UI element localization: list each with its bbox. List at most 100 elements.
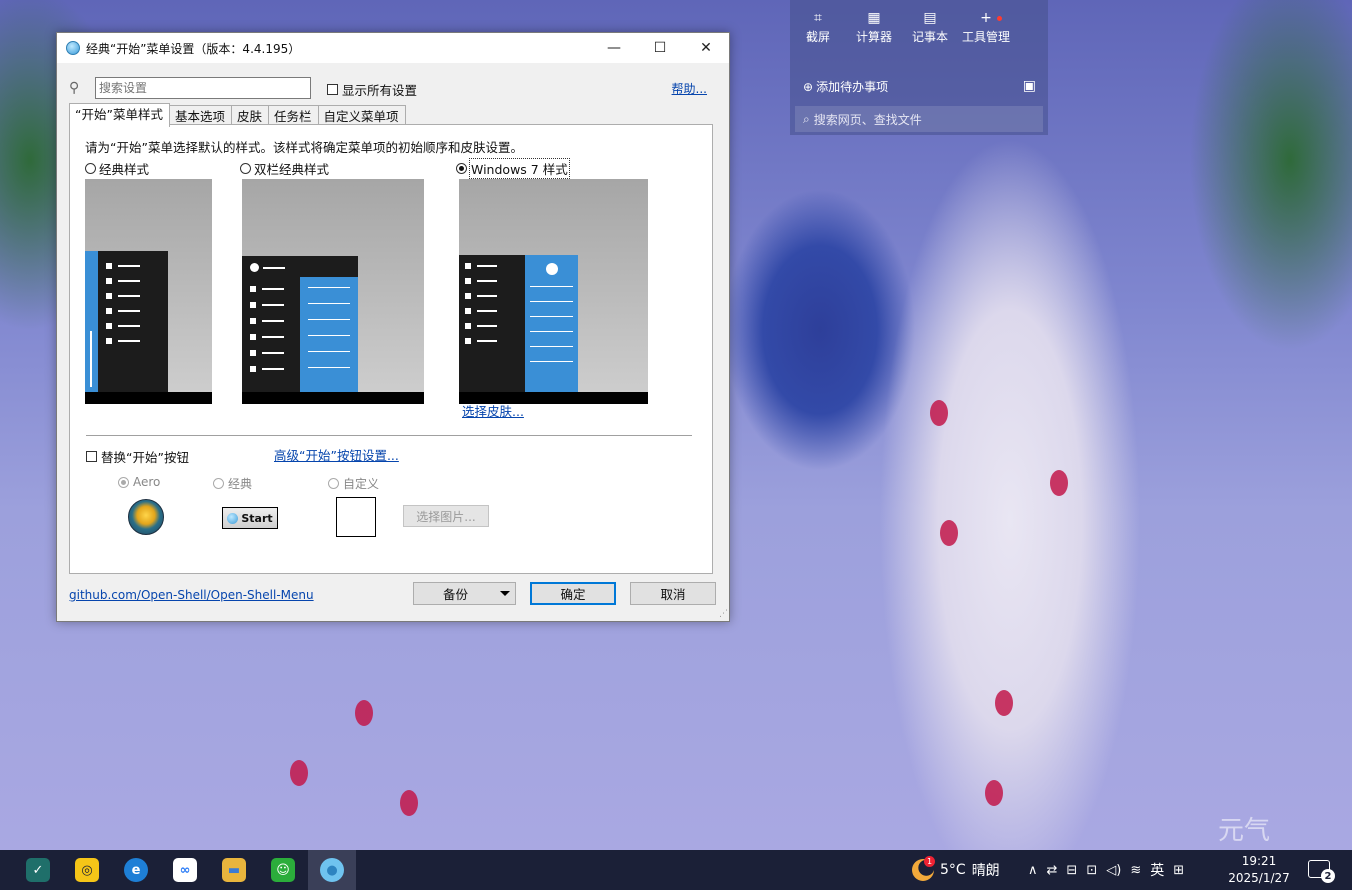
advanced-start-button-link[interactable]: 高级“开始”按钮设置... xyxy=(274,445,399,464)
search-settings-input[interactable] xyxy=(95,77,311,99)
crop-icon: ⌗ xyxy=(814,10,822,26)
weather-badge: 1 xyxy=(924,856,935,867)
style-description: 请为“开始”菜单选择默认的样式。该样式将确定菜单项的初始顺序和皮肤设置。 xyxy=(85,140,523,155)
title-bar[interactable]: 经典“开始”菜单设置（版本：4.4.195） — ☐ ✕ xyxy=(57,33,729,63)
taskbar-app-1[interactable]: ✓ xyxy=(14,850,62,890)
classic-style-radio[interactable]: 经典样式 xyxy=(85,159,149,178)
app-2-icon: ◎ xyxy=(75,858,99,882)
notification-count: 2 xyxy=(1321,869,1335,883)
menu-style-panel: 请为“开始”菜单选择默认的样式。该样式将确定菜单项的初始顺序和皮肤设置。 经典样… xyxy=(69,124,713,574)
classic-label: 经典 xyxy=(228,477,253,491)
clock-time: 19:21 xyxy=(1241,854,1277,868)
backup-label: 备份 xyxy=(442,587,468,602)
wallpaper-watermark: 元气 xyxy=(1218,816,1271,846)
windows7-style-radio[interactable]: Windows 7 样式 xyxy=(456,158,570,179)
weather-widget[interactable]: 1 5°C 晴朗 xyxy=(912,850,1000,890)
radio-circle[interactable] xyxy=(240,163,251,174)
wifi-icon[interactable]: ≋ xyxy=(1130,863,1141,878)
classic-style-preview[interactable] xyxy=(85,179,212,404)
show-all-settings-checkbox[interactable]: 显示所有设置 xyxy=(327,80,417,99)
clock-date: 2025/1/27 xyxy=(1228,871,1290,885)
radio-circle[interactable] xyxy=(85,163,96,174)
aero-label: Aero xyxy=(133,475,161,489)
tool-manager[interactable]: + 工具管理 xyxy=(958,8,1014,45)
ok-button[interactable]: 确定 xyxy=(530,582,616,605)
taskbar-app-2[interactable]: ◎ xyxy=(63,850,111,890)
volume-icon[interactable]: ◁) xyxy=(1106,863,1121,878)
plus-icon: + xyxy=(980,10,992,26)
taskbar-baidu-netdisk[interactable]: ∞ xyxy=(161,850,209,890)
web-search-box[interactable]: ⌕ 搜索网页、查找文件 xyxy=(795,106,1043,132)
tool-label: 记事本 xyxy=(911,30,948,44)
sync-icon[interactable]: ⇄ xyxy=(1047,863,1058,878)
qr-code-icon[interactable]: ▣ xyxy=(1023,78,1036,94)
replace-start-button-label: 替换“开始”按钮 xyxy=(101,450,189,465)
tool-label: 工具管理 xyxy=(961,30,1010,44)
radio-circle[interactable] xyxy=(213,478,224,489)
backup-dropdown-button[interactable]: 备份 xyxy=(413,582,516,605)
two-column-style-radio[interactable]: 双栏经典样式 xyxy=(240,159,329,178)
resize-grip-icon[interactable]: ⋰ xyxy=(719,609,728,619)
taskbar-edge[interactable]: e xyxy=(112,850,160,890)
taskbar-open-shell[interactable]: ● xyxy=(308,850,356,890)
select-skin-link[interactable]: 选择皮肤... xyxy=(462,401,524,420)
two-column-style-label: 双栏经典样式 xyxy=(254,162,330,177)
minimize-button[interactable]: — xyxy=(591,33,637,63)
checkbox-box[interactable] xyxy=(86,451,97,462)
notification-center-icon[interactable]: 2 xyxy=(1308,860,1335,883)
radio-circle-selected[interactable] xyxy=(118,476,129,488)
taskbar-file-explorer[interactable]: ▬ xyxy=(210,850,258,890)
classic-style-label: 经典样式 xyxy=(99,162,150,177)
cancel-button[interactable]: 取消 xyxy=(630,582,716,605)
help-link[interactable]: 帮助... xyxy=(672,80,707,97)
tool-label: 截屏 xyxy=(805,30,830,44)
taskbar-wechat[interactable]: ☺ xyxy=(259,850,307,890)
notification-dot xyxy=(997,16,1002,21)
radio-circle-selected[interactable] xyxy=(456,163,467,174)
search-icon: ⌕ xyxy=(803,111,810,126)
show-hidden-icons-chevron-icon[interactable]: ∧ xyxy=(1028,863,1038,878)
show-all-settings-label: 显示所有设置 xyxy=(342,83,418,98)
replace-start-button-checkbox[interactable]: 替换“开始”按钮 xyxy=(86,447,189,466)
two-column-style-preview[interactable] xyxy=(242,179,424,404)
aero-start-orb-icon xyxy=(128,499,164,535)
edge-icon: e xyxy=(124,858,148,882)
battery-icon[interactable]: ⊡ xyxy=(1086,863,1097,878)
weather-text: 晴朗 xyxy=(971,863,1000,879)
wechat-icon: ☺ xyxy=(271,858,295,882)
tray-app-icon[interactable]: ⊟ xyxy=(1066,863,1077,878)
input-language-indicator[interactable]: 英 xyxy=(1150,860,1164,880)
pick-image-button[interactable]: 选择图片... xyxy=(403,505,489,527)
radio-circle[interactable] xyxy=(328,478,339,489)
notepad-tool[interactable]: ▤ 记事本 xyxy=(902,8,958,45)
folder-icon: ▬ xyxy=(222,858,246,882)
settings-dialog: 经典“开始”菜单设置（版本：4.4.195） — ☐ ✕ ⚲ 显示所有设置 帮助… xyxy=(56,32,730,622)
add-circle-icon: ⊕ xyxy=(803,79,814,94)
divider xyxy=(86,435,692,436)
windows7-style-preview[interactable] xyxy=(459,179,648,404)
custom-label: 自定义 xyxy=(343,477,380,491)
aero-button-radio[interactable]: Aero xyxy=(118,475,160,489)
web-search-placeholder: 搜索网页、查找文件 xyxy=(813,112,922,127)
system-tray: ∧ ⇄ ⊟ ⊡ ◁) ≋ 英 ⊞ xyxy=(1028,850,1184,890)
screenshot-tool[interactable]: ⌗ 截屏 xyxy=(790,8,846,45)
classic-start-text: Start xyxy=(241,511,273,525)
add-todo-button[interactable]: ⊕ 添加待办事项 xyxy=(803,78,888,95)
open-shell-icon: ● xyxy=(320,858,344,882)
checkbox-box[interactable] xyxy=(327,84,338,95)
windows7-style-label: Windows 7 样式 xyxy=(469,158,570,179)
calculator-tool[interactable]: ▦ 计算器 xyxy=(846,8,902,45)
close-button[interactable]: ✕ xyxy=(683,33,729,63)
github-link[interactable]: github.com/Open-Shell/Open-Shell-Menu xyxy=(69,588,314,602)
app-1-icon: ✓ xyxy=(26,858,50,882)
notepad-icon: ▤ xyxy=(923,10,937,26)
clock[interactable]: 19:21 2025/1/27 xyxy=(1226,853,1292,887)
maximize-button[interactable]: ☐ xyxy=(637,33,683,63)
tab-menu-style[interactable]: “开始”菜单样式 xyxy=(69,103,170,127)
search-icon: ⚲ xyxy=(69,80,80,96)
moon-weather-icon: 1 xyxy=(912,856,935,881)
input-mode-icon[interactable]: ⊞ xyxy=(1173,863,1184,878)
floating-tool-panel: ⌗ 截屏 ▦ 计算器 ▤ 记事本 + 工具管理 ⊕ 添加待办事项 ▣ ⌕ 搜索网… xyxy=(790,0,1048,135)
custom-button-radio[interactable]: 自定义 xyxy=(328,475,379,492)
classic-button-radio[interactable]: 经典 xyxy=(213,475,252,492)
